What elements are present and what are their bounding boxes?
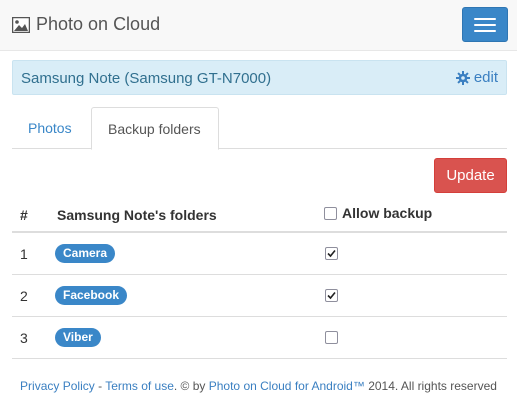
update-button[interactable]: Update — [434, 158, 507, 193]
footer-copyright-suffix: 2014. All rights reserved — [364, 379, 497, 393]
allow-backup-checkbox[interactable] — [325, 247, 338, 260]
privacy-policy-link[interactable]: Privacy Policy — [20, 379, 95, 393]
hamburger-icon — [474, 18, 496, 20]
device-name: Samsung Note (Samsung GT-N7000) — [21, 70, 272, 87]
image-icon — [11, 16, 31, 33]
menu-button[interactable] — [462, 7, 508, 42]
brand-title: Photo on Cloud — [36, 14, 161, 34]
folder-badge: Camera — [55, 244, 116, 263]
allow-backup-label: Allow backup — [342, 205, 433, 221]
check-icon — [327, 249, 336, 258]
row-number: 2 — [20, 288, 28, 304]
app-link[interactable]: Photo on Cloud for Android™ — [209, 379, 365, 393]
tab-photos[interactable]: Photos — [12, 107, 88, 149]
gear-icon — [455, 70, 470, 85]
tab-backup-folders[interactable]: Backup folders — [91, 107, 219, 150]
footer-separator: - — [94, 379, 106, 393]
footer: Privacy Policy - Terms of use. © by Phot… — [0, 379, 517, 393]
edit-label: edit — [473, 69, 498, 86]
device-header: Samsung Note (Samsung GT-N7000) edit — [12, 60, 507, 95]
row-number: 3 — [20, 330, 28, 346]
column-header-folders: Samsung Note's folders — [57, 207, 217, 223]
allow-backup-checkbox[interactable] — [325, 331, 338, 344]
table-row: 2 Facebook — [12, 275, 507, 317]
folder-badge: Viber — [55, 328, 101, 347]
allow-all-checkbox[interactable] — [324, 206, 337, 220]
table-header: # Samsung Note's folders Allow backup — [12, 197, 507, 233]
edit-link[interactable]: edit — [455, 69, 498, 86]
column-header-number: # — [20, 207, 28, 223]
check-icon — [327, 291, 336, 300]
folder-badge: Facebook — [55, 286, 128, 305]
terms-of-use-link[interactable]: Terms of use — [105, 379, 174, 393]
column-header-allow: Allow backup — [324, 205, 432, 221]
tab-bar: Photos Backup folders — [12, 107, 507, 150]
table-row: 1 Camera — [12, 233, 507, 275]
row-number: 1 — [20, 246, 28, 262]
navbar: Photo on Cloud — [0, 0, 517, 51]
brand[interactable]: Photo on Cloud — [11, 14, 161, 35]
footer-copyright-prefix: . © by — [173, 379, 209, 393]
allow-backup-checkbox[interactable] — [325, 289, 338, 302]
table-row: 3 Viber — [12, 317, 507, 359]
